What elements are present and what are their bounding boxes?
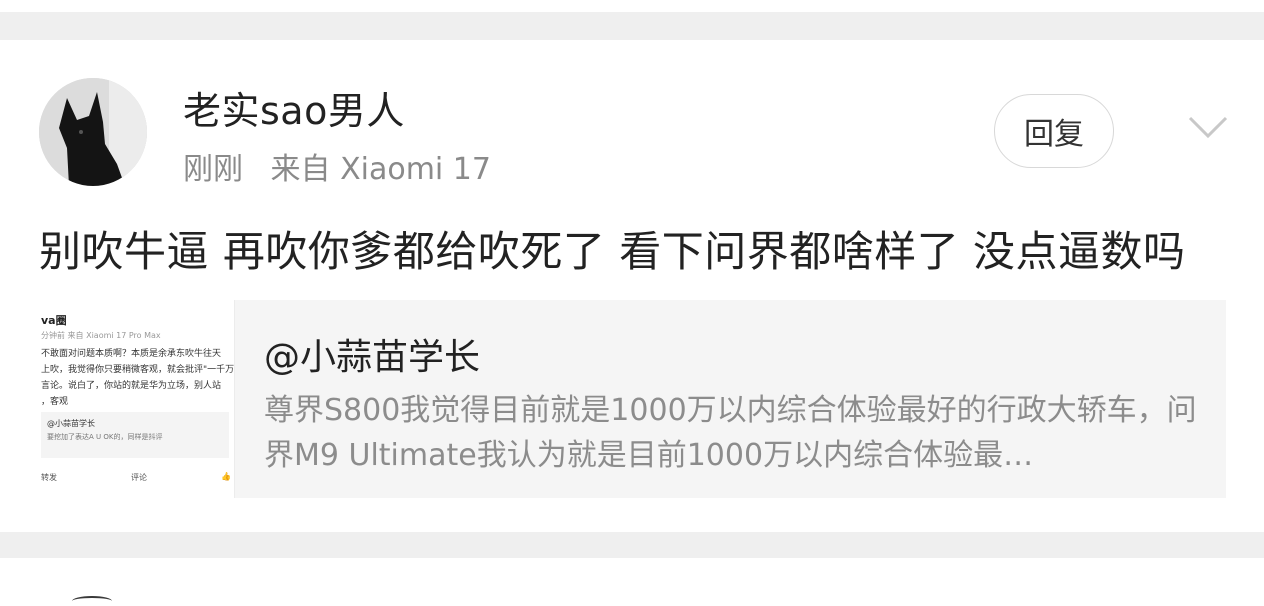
thumb-actions: 转发 评论 👍 [41, 472, 231, 483]
black-dog-avatar-icon [39, 78, 147, 186]
thumb-comment-label: 评论 [131, 473, 148, 482]
post-source: 来自 Xiaomi 17 [270, 152, 491, 187]
thumb-meta: 分钟前 来自 Xiaomi 17 Pro Max [41, 331, 161, 340]
username[interactable]: 老实sao男人 [183, 80, 405, 135]
next-post-card[interactable] [0, 558, 1264, 600]
reply-button[interactable]: 回复 [994, 94, 1114, 168]
quoted-post[interactable]: va圈 分钟前 来自 Xiaomi 17 Pro Max 不敢面对问题本质啊？本… [39, 300, 1226, 498]
chevron-down-icon[interactable] [1188, 112, 1228, 140]
thumb-line: ，客观 [41, 397, 69, 407]
quote-body: 尊界S800我觉得目前就是1000万以内综合体验最好的行政大轿车，问界M9 Ul… [264, 393, 1197, 473]
thumb-sub-author: @小蒜苗学长 [47, 419, 95, 428]
thumb-text: 不敢面对问题本质啊？本质是余承东吹牛往天 上吹，我觉得你只要稍微客观，就会批评"… [41, 346, 235, 410]
card-separator-bottom [0, 532, 1264, 558]
thumb-line: 上吹，我觉得你只要稍微客观，就会批评"一千万 [41, 365, 235, 375]
thumb-subcomment: @小蒜苗学长 要挖加了表达A U OK的，同样是抖评 [41, 412, 229, 458]
card-separator-top [0, 12, 1264, 40]
thumb-line: 不敢面对问题本质啊？本质是余承东吹牛往天 [41, 349, 222, 359]
thumb-repost-label: 转发 [41, 473, 57, 482]
post-meta: 刚刚 来自 Xiaomi 17 [183, 144, 509, 188]
quote-thumbnail[interactable]: va圈 分钟前 来自 Xiaomi 17 Pro Max 不敢面对问题本质啊？本… [39, 300, 235, 498]
thumb-like-icon: 👍 [221, 472, 231, 481]
thumb-sub-text: 要挖加了表达A U OK的，同样是抖评 [47, 433, 163, 441]
post-text: 别吹牛逼 再吹你爹都给吹死了 看下问界都啥样了 没点逼数吗 [39, 227, 1186, 276]
thumb-line: 言论。说白了，你站的就是华为立场，别人站 [41, 381, 222, 391]
thumb-author: va圈 [41, 314, 67, 327]
next-avatar [72, 596, 112, 606]
post-time: 刚刚 [183, 152, 243, 187]
previous-card-edge [0, 0, 1264, 12]
quote-author[interactable]: @小蒜苗学长 [264, 328, 480, 380]
avatar[interactable] [39, 78, 147, 186]
